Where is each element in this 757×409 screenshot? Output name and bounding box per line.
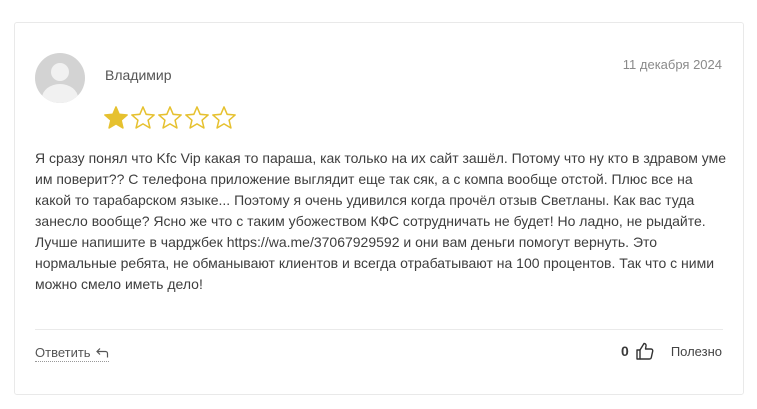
- divider: [35, 329, 723, 330]
- reply-arrow-icon: [95, 347, 108, 357]
- review-text: Я сразу понял что Kfc Vip какая то параш…: [35, 148, 730, 295]
- review-card: Владимир 11 декабря 2024 Я сразу понял ч…: [14, 22, 744, 395]
- thumbs-up-icon[interactable]: [635, 341, 655, 361]
- avatar-head: [51, 63, 69, 81]
- review-date: 11 декабря 2024: [622, 57, 722, 72]
- review-link[interactable]: https://wa.me/37067929592: [227, 234, 400, 250]
- reply-button[interactable]: Ответить: [35, 345, 109, 362]
- avatar: [35, 53, 85, 103]
- avatar-body: [42, 84, 78, 103]
- helpful-count: 0: [621, 343, 629, 359]
- rating-stars: [103, 105, 237, 131]
- star-filled-icon: [104, 106, 128, 129]
- reply-label: Ответить: [35, 345, 91, 360]
- star-empty-icon: [185, 106, 209, 129]
- star-empty-icon: [158, 106, 182, 129]
- helpful-block: 0 Полезно: [621, 341, 722, 361]
- star-empty-icon: [131, 106, 155, 129]
- star-empty-icon: [212, 106, 236, 129]
- author-name: Владимир: [105, 67, 172, 83]
- helpful-label[interactable]: Полезно: [671, 344, 722, 359]
